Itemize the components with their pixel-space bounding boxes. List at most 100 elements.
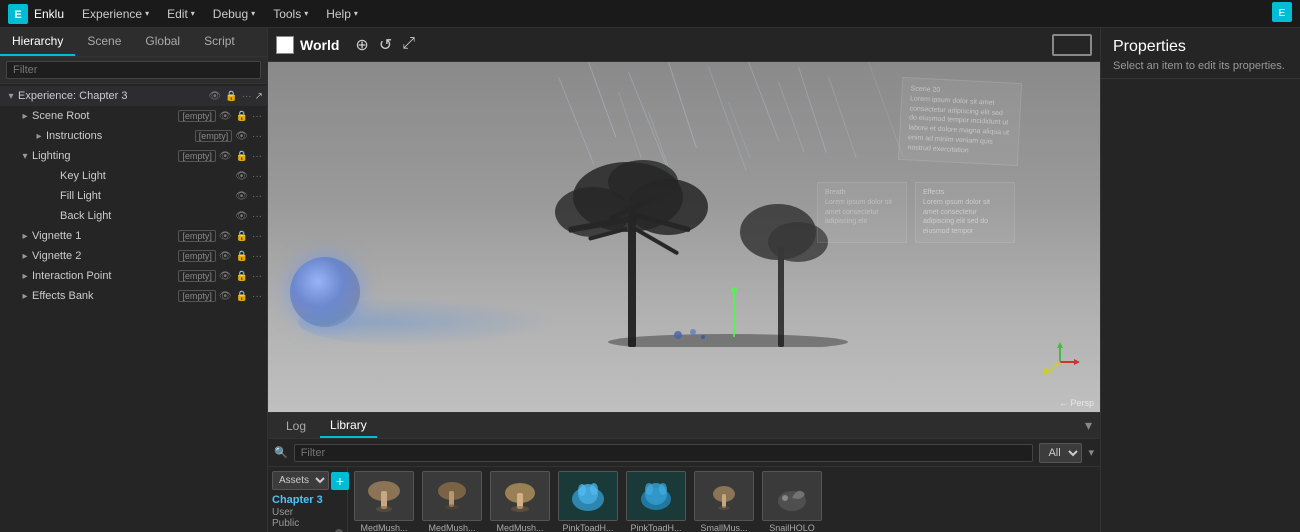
asset-thumbnail	[354, 471, 414, 521]
more-icon[interactable]: ···	[251, 211, 263, 222]
asset-item[interactable]: PinkToadH...	[624, 471, 688, 532]
asset-label: MedMush...	[428, 523, 475, 532]
asset-item[interactable]: PinkToadH...	[556, 471, 620, 532]
left-panel: Hierarchy Scene Global Script ▾ Experien…	[0, 28, 268, 532]
more-icon[interactable]: ···	[251, 271, 263, 282]
hierarchy-tabs: Hierarchy Scene Global Script	[0, 28, 267, 57]
main-layout: Hierarchy Scene Global Script ▾ Experien…	[0, 28, 1300, 532]
asset-item[interactable]: SmallMus...	[692, 471, 756, 532]
svg-text:E: E	[1279, 8, 1286, 19]
eye-icon[interactable]: 👁	[234, 171, 249, 182]
rotate-tool[interactable]: ↺	[379, 35, 392, 55]
asset-thumbnail	[558, 471, 618, 521]
lock-icon[interactable]: 🔒	[235, 271, 249, 282]
asset-item[interactable]: MedMush...	[352, 471, 416, 532]
eye-icon[interactable]: 👁	[218, 151, 233, 162]
tab-global[interactable]: Global	[133, 28, 192, 56]
menubar: E Enklu Experience ▾ Edit ▾ Debug ▾ Tool…	[0, 0, 1300, 28]
aspect-ratio-button[interactable]	[1052, 34, 1092, 56]
cursor-icon: ↗	[255, 91, 263, 102]
move-tool[interactable]: ⊕	[355, 35, 368, 55]
properties-hint: Select an item to edit its properties.	[1113, 60, 1288, 72]
asset-item[interactable]: MedMush...	[420, 471, 484, 532]
tab-scene[interactable]: Scene	[75, 28, 133, 56]
chapter-name: Chapter 3	[272, 494, 343, 506]
asset-label: PinkToadH...	[562, 523, 613, 532]
tab-log[interactable]: Log	[276, 415, 316, 437]
menu-help[interactable]: Help ▾	[318, 4, 366, 24]
viewport-tools: ⊕ ↺ ⤢	[355, 35, 415, 55]
menu-tools[interactable]: Tools ▾	[265, 4, 316, 24]
eye-icon[interactable]: 👁	[218, 111, 233, 122]
tree-row[interactable]: ▸ Interaction Point [empty] 👁 🔒 ···	[0, 266, 267, 286]
app-name: Enklu	[34, 7, 64, 21]
tab-library[interactable]: Library	[320, 414, 377, 438]
eye-icon[interactable]: 👁	[234, 191, 249, 202]
menu-experience[interactable]: Experience ▾	[74, 4, 157, 24]
eye-icon[interactable]: 👁	[234, 131, 249, 142]
asset-item[interactable]: MedMush...	[488, 471, 552, 532]
gizmo-axis	[1038, 340, 1082, 384]
tree-row[interactable]: ▸ Vignette 1 [empty] 👁 🔒 ···	[0, 226, 267, 246]
lock-icon[interactable]: 🔒	[235, 251, 249, 262]
menu-edit[interactable]: Edit ▾	[159, 4, 203, 24]
add-asset-button[interactable]: +	[331, 472, 349, 490]
tree-row[interactable]: ▸ Instructions [empty] 👁 ···	[0, 126, 267, 146]
more-icon[interactable]: ···	[251, 251, 263, 262]
asset-thumbnail	[422, 471, 482, 521]
tree-row[interactable]: ▸ Vignette 2 [empty] 👁 🔒 ···	[0, 246, 267, 266]
eye-icon[interactable]: 👁	[218, 271, 233, 282]
more-icon[interactable]: ···	[241, 91, 253, 102]
viewport-toolbar: World ⊕ ↺ ⤢	[268, 28, 1100, 62]
lock-icon[interactable]: 🔒	[235, 291, 249, 302]
tab-hierarchy[interactable]: Hierarchy	[0, 28, 75, 56]
asset-label: SmallMus...	[700, 523, 747, 532]
assets-type-select[interactable]: All	[1039, 443, 1082, 463]
tree-row[interactable]: Fill Light 👁 ···	[0, 186, 267, 206]
lock-icon[interactable]: 🔒	[235, 151, 249, 162]
tab-script[interactable]: Script	[192, 28, 247, 56]
assets-toolbar: 🔍 All ▾	[268, 439, 1100, 467]
eye-icon[interactable]: 👁	[218, 231, 233, 242]
lock-icon[interactable]: 🔒	[224, 91, 238, 102]
asset-thumbnail	[694, 471, 754, 521]
tree-row[interactable]: ▸ Effects Bank [empty] 👁 🔒 ···	[0, 286, 267, 306]
assets-scroll-area: MedMush... MedMush...	[348, 467, 1100, 532]
more-icon[interactable]: ···	[251, 151, 263, 162]
hierarchy-filter-input[interactable]	[6, 61, 261, 79]
more-icon[interactable]: ···	[251, 171, 263, 182]
tree-row[interactable]: Key Light 👁 ···	[0, 166, 267, 186]
lock-icon[interactable]: 🔒	[235, 111, 249, 122]
menu-debug[interactable]: Debug ▾	[205, 4, 263, 24]
bottom-panel-collapse[interactable]: ▾	[1085, 417, 1092, 434]
more-icon[interactable]: ···	[251, 231, 263, 242]
chapter-public: Public	[272, 518, 343, 529]
eye-icon[interactable]: 👁	[218, 251, 233, 262]
tree-row[interactable]: ▸ Scene Root [empty] 👁 🔒 ···	[0, 106, 267, 126]
tree-row[interactable]: ▾ Lighting [empty] 👁 🔒 ···	[0, 146, 267, 166]
scale-tool[interactable]: ⤢	[402, 35, 415, 55]
blue-mist	[298, 297, 558, 347]
assets-main: Assets + Chapter 3 User Public	[268, 467, 1100, 532]
lock-icon[interactable]: 🔒	[235, 231, 249, 242]
more-icon[interactable]: ···	[251, 131, 263, 142]
eye-icon[interactable]: 👁	[218, 291, 233, 302]
bottom-panel: Log Library ▾ 🔍 All ▾	[268, 412, 1100, 532]
asset-label: PinkToadH...	[630, 523, 681, 532]
more-icon[interactable]: ···	[251, 191, 263, 202]
persp-label: ← Persp	[1059, 398, 1094, 408]
folder-select[interactable]: Assets	[272, 471, 329, 490]
folder-header: Assets +	[272, 471, 343, 490]
asset-item[interactable]: SnailHOLO	[760, 471, 824, 532]
viewport-3d[interactable]: Scene 20 Lorem ipsum dolor sit amet cons…	[268, 62, 1100, 412]
scene-icon	[276, 36, 294, 54]
assets-filter-input[interactable]	[294, 444, 1034, 462]
eye-icon[interactable]: 👁	[234, 211, 249, 222]
eye-icon[interactable]: 👁	[207, 91, 222, 102]
chapter-user: User	[272, 507, 343, 518]
more-icon[interactable]: ···	[251, 291, 263, 302]
more-icon[interactable]: ···	[251, 111, 263, 122]
asset-label: MedMush...	[496, 523, 543, 532]
tree-row[interactable]: Back Light 👁 ···	[0, 206, 267, 226]
tree-row[interactable]: ▾ Experience: Chapter 3 👁 🔒 ··· ↗	[0, 86, 267, 106]
